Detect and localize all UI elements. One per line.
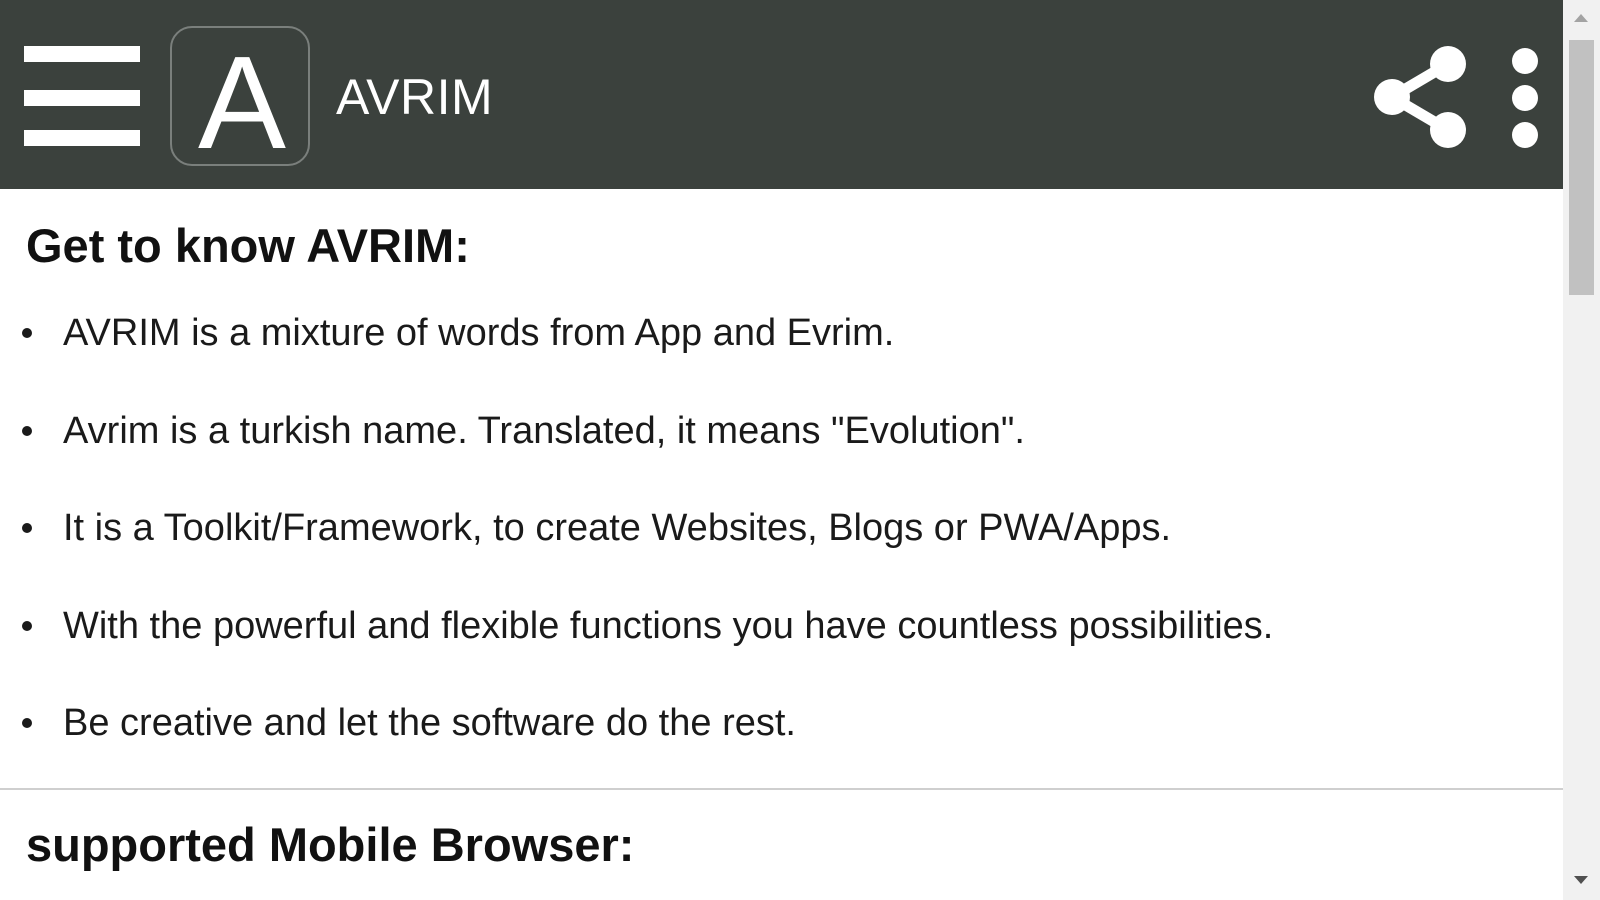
list-item: With the powerful and flexible functions… <box>0 593 1540 691</box>
bullet-icon <box>22 425 32 436</box>
app-logo[interactable]: A <box>170 26 310 166</box>
logo-letter-icon: A <box>198 44 286 154</box>
bullet-icon <box>22 620 32 631</box>
list-item: Be creative and let the software do the … <box>0 690 1540 788</box>
app-title: AVRIM <box>336 69 494 125</box>
bullet-icon <box>22 523 32 533</box>
scroll-down-arrow-icon[interactable] <box>1574 876 1588 884</box>
scrollbar-thumb[interactable] <box>1569 40 1594 295</box>
share-icon[interactable] <box>1372 44 1470 150</box>
svg-text:A: A <box>198 44 286 154</box>
app-window: A AVRIM Get to know AVRIM: AVRIM is a mi… <box>0 0 1600 900</box>
app-bar: A AVRIM <box>0 0 1563 189</box>
bullet-icon <box>22 328 32 338</box>
bullet-icon <box>22 718 32 728</box>
list-item-text: AVRIM is a mixture of words from App and… <box>63 312 895 354</box>
section-divider <box>0 788 1563 790</box>
page-content: Get to know AVRIM: AVRIM is a mixture of… <box>0 189 1563 900</box>
list-item-text: It is a Toolkit/Framework, to create Web… <box>63 507 1172 549</box>
more-vertical-icon[interactable] <box>1508 44 1542 152</box>
list-item-text: Be creative and let the software do the … <box>63 702 796 744</box>
section-heading-browsers: supported Mobile Browser: <box>26 818 635 871</box>
vertical-scrollbar[interactable] <box>1563 0 1600 900</box>
list-item: Avrim is a turkish name. Translated, it … <box>0 398 1540 496</box>
list-item-text: With the powerful and flexible functions… <box>63 604 1274 647</box>
list-item: It is a Toolkit/Framework, to create Web… <box>0 495 1540 593</box>
list-item-text: Avrim is a turkish name. Translated, it … <box>63 409 1025 452</box>
section-heading-about: Get to know AVRIM: <box>26 219 470 272</box>
hamburger-menu-icon[interactable] <box>24 46 140 150</box>
scroll-up-arrow-icon[interactable] <box>1574 14 1588 22</box>
about-list: AVRIM is a mixture of words from App and… <box>0 300 1540 788</box>
list-item: AVRIM is a mixture of words from App and… <box>0 300 1540 398</box>
